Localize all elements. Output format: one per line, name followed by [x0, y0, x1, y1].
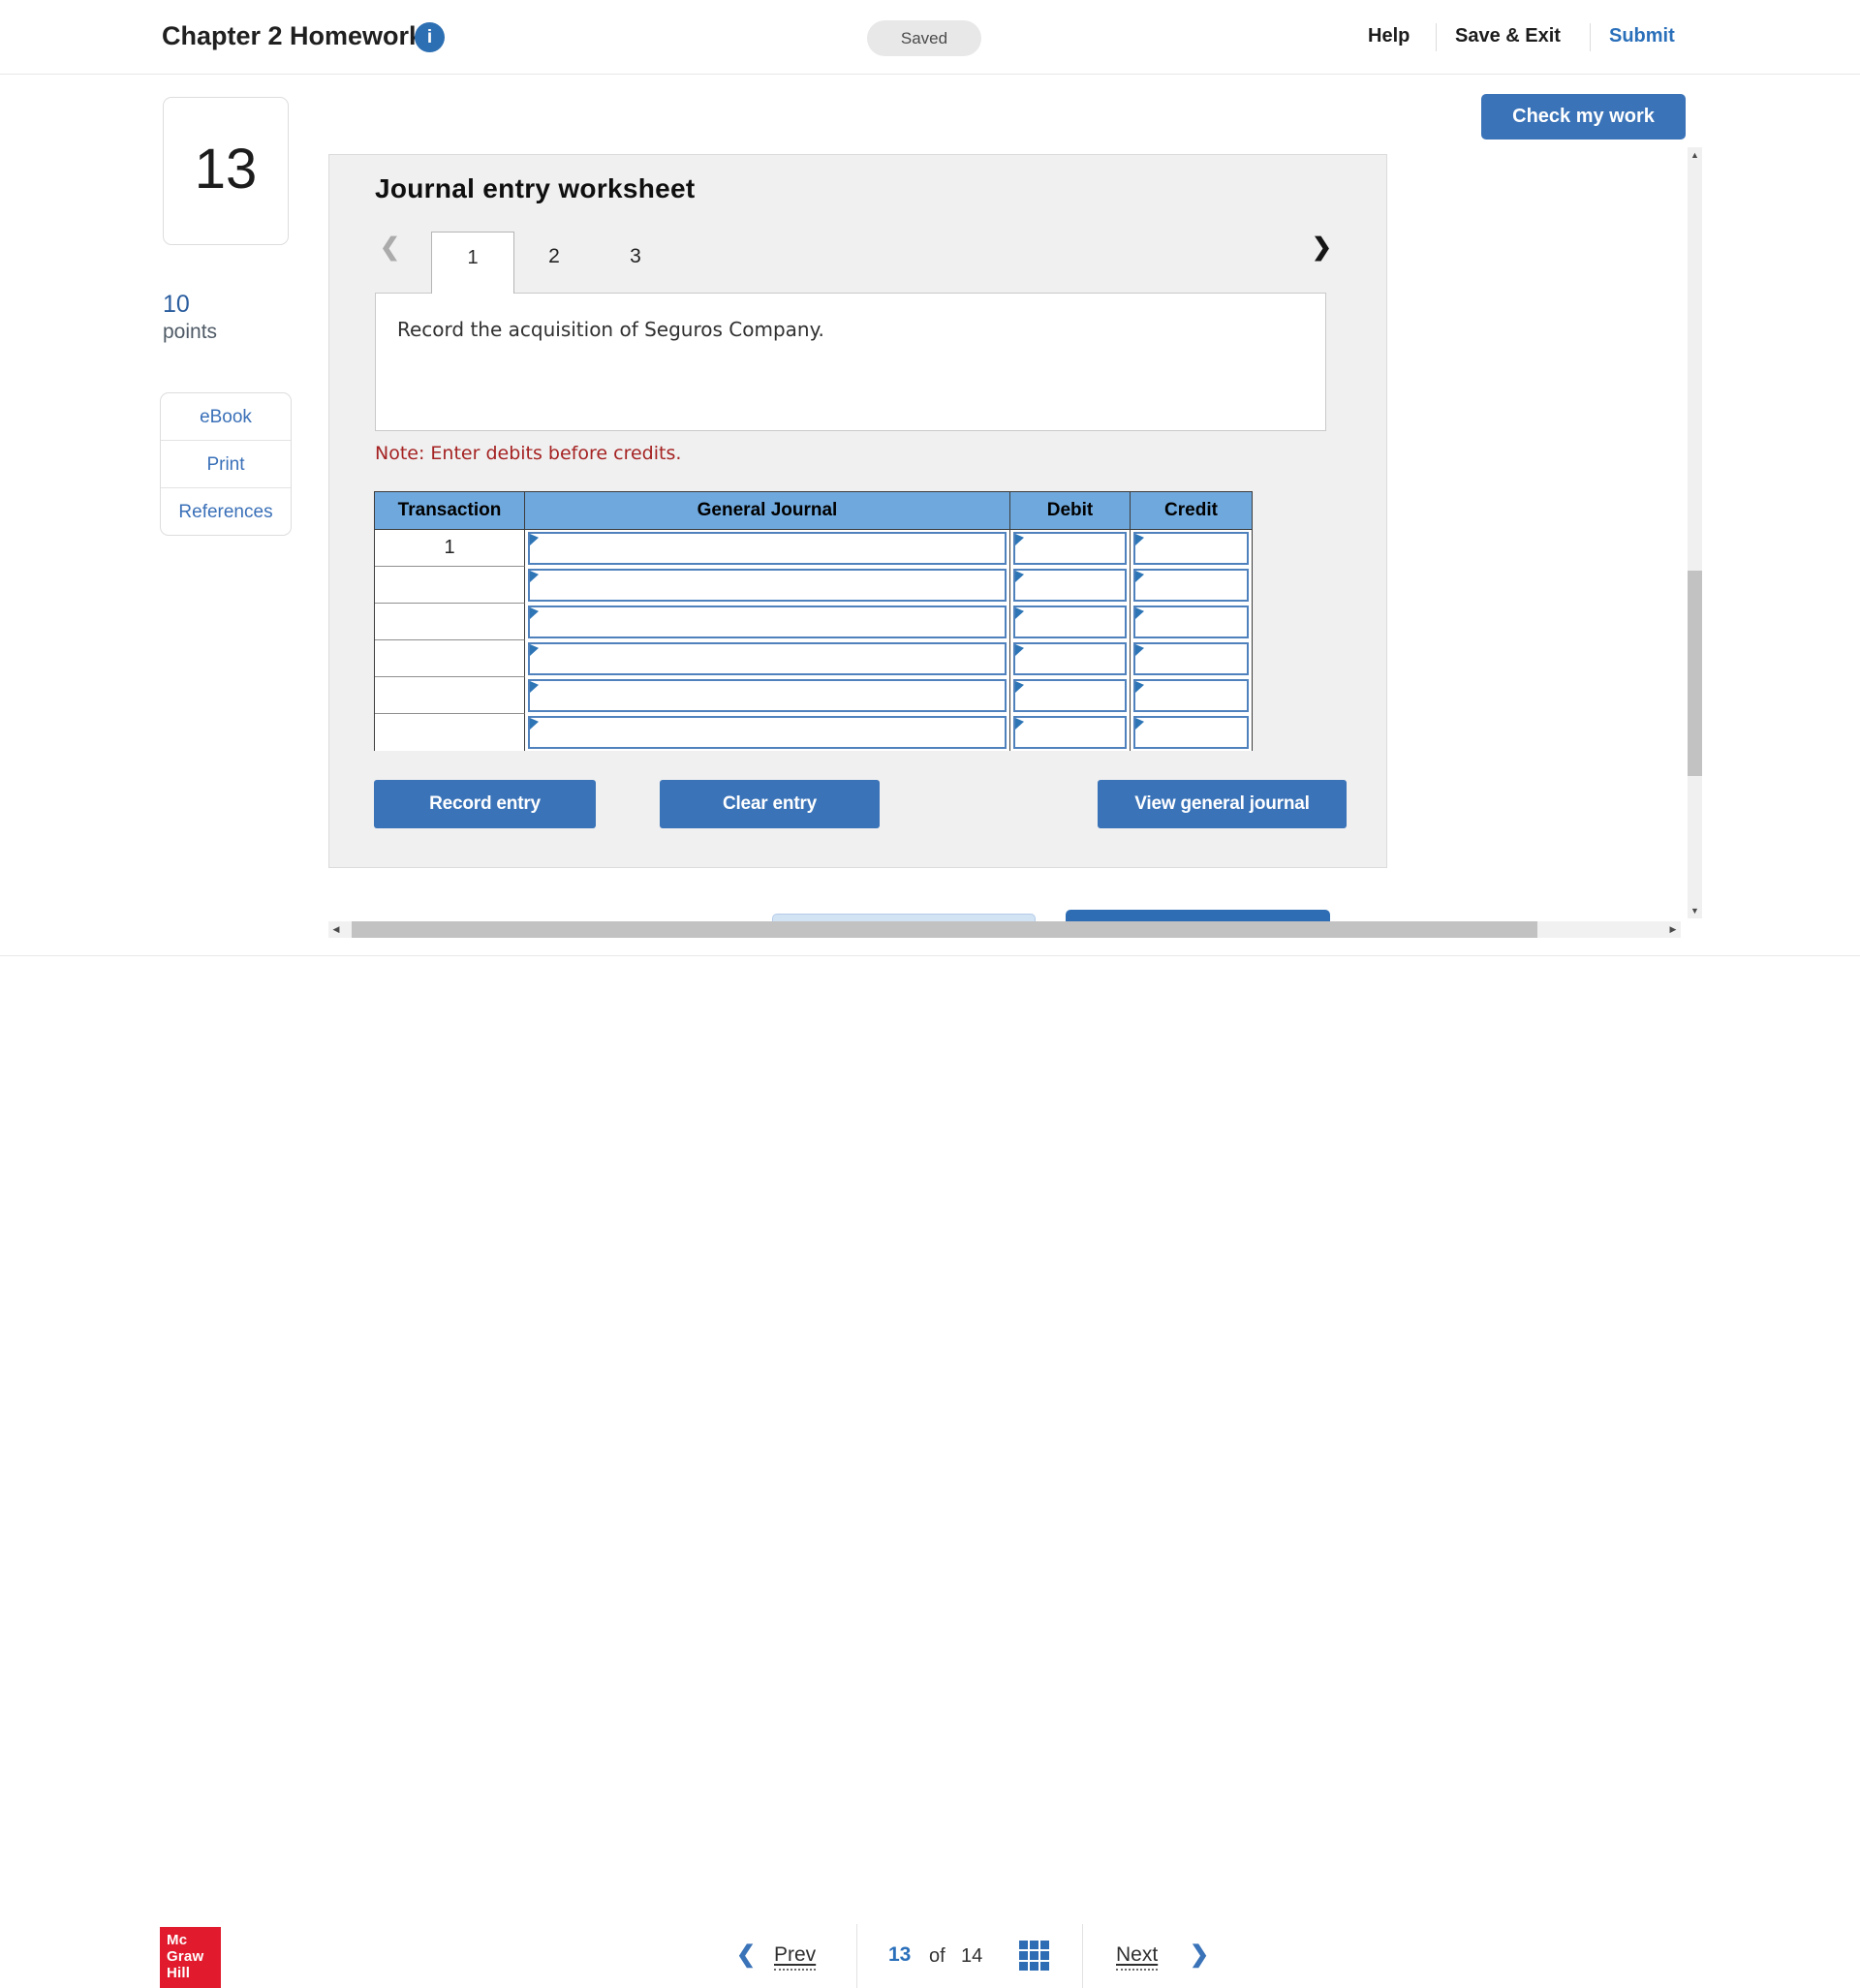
top-bar: Chapter 2 Homework i Saved Help Save & E…	[0, 0, 1860, 75]
record-entry-button[interactable]: Record entry	[374, 780, 596, 828]
next-button[interactable]: Next	[1116, 1943, 1158, 1971]
transaction-cell	[375, 604, 525, 640]
debit-input[interactable]	[1013, 679, 1127, 712]
logo-line: Hill	[167, 1965, 221, 1981]
table-row	[375, 567, 1252, 604]
footer-divider	[856, 1924, 857, 1988]
debit-input[interactable]	[1013, 532, 1127, 565]
topbar-divider	[1590, 23, 1591, 51]
debit-input[interactable]	[1013, 606, 1127, 638]
bottom-bar: Mc Graw Hill ❮ Prev 13 of 14 Next ❯	[0, 955, 1860, 1046]
tab-2[interactable]: 2	[533, 245, 575, 268]
help-link[interactable]: Help	[1368, 25, 1410, 47]
question-number-box: 13	[163, 97, 289, 245]
debits-credits-note: Note: Enter debits before credits.	[375, 443, 681, 464]
debit-header: Debit	[1010, 492, 1131, 529]
vertical-scrollbar[interactable]: ▲ ▼	[1688, 147, 1702, 918]
journal-worksheet-panel: Journal entry worksheet ❮ 1 2 3 ❯ Record…	[328, 154, 1387, 868]
general-journal-input[interactable]	[528, 642, 1007, 675]
ebook-link[interactable]: eBook	[161, 393, 291, 441]
table-row	[375, 640, 1252, 677]
transaction-cell	[375, 640, 525, 677]
table-row: 1	[375, 530, 1252, 567]
table-header-row: Transaction General Journal Debit Credit	[375, 492, 1252, 530]
page-of-label: of	[929, 1945, 946, 1968]
assignment-title: Chapter 2 Homework	[162, 21, 423, 51]
mcgraw-hill-logo: Mc Graw Hill	[160, 1927, 221, 1988]
table-row	[375, 677, 1252, 714]
general-journal-input[interactable]	[528, 679, 1007, 712]
horizontal-scrollbar-thumb[interactable]	[352, 921, 1537, 938]
scroll-right-arrow-icon[interactable]: ▶	[1665, 921, 1681, 938]
general-journal-input[interactable]	[528, 716, 1007, 749]
transaction-header: Transaction	[375, 492, 525, 529]
logo-line: Mc	[167, 1932, 221, 1948]
transaction-prompt: Record the acquisition of Seguros Compan…	[375, 293, 1326, 431]
chevron-left-icon[interactable]: ❮	[380, 233, 400, 262]
credit-input[interactable]	[1133, 532, 1249, 565]
general-journal-input[interactable]	[528, 606, 1007, 638]
logo-line: Graw	[167, 1948, 221, 1965]
info-icon[interactable]: i	[415, 22, 445, 52]
check-my-work-button[interactable]: Check my work	[1481, 94, 1686, 140]
next-chevron-icon[interactable]: ❯	[1190, 1941, 1209, 1969]
footer-divider	[1082, 1924, 1083, 1988]
resource-links-box: eBook Print References	[160, 392, 292, 536]
view-general-journal-button[interactable]: View general journal	[1098, 780, 1347, 828]
general-journal-input[interactable]	[528, 532, 1007, 565]
tab-1-active[interactable]: 1	[431, 232, 514, 294]
transaction-cell: 1	[375, 530, 525, 567]
prev-chevron-icon[interactable]: ❮	[736, 1941, 756, 1969]
general-journal-header: General Journal	[525, 492, 1010, 529]
transaction-cell	[375, 567, 525, 604]
table-row	[375, 604, 1252, 640]
clear-entry-button[interactable]: Clear entry	[660, 780, 880, 828]
credit-input[interactable]	[1133, 716, 1249, 749]
print-link[interactable]: Print	[161, 441, 291, 488]
journal-entry-table: Transaction General Journal Debit Credit…	[374, 491, 1253, 751]
prev-button[interactable]: Prev	[774, 1943, 816, 1971]
current-question-number: 13	[888, 1943, 911, 1967]
scroll-up-arrow-icon[interactable]: ▲	[1688, 147, 1702, 163]
debit-input[interactable]	[1013, 569, 1127, 602]
saved-status-badge: Saved	[867, 20, 981, 56]
general-journal-input[interactable]	[528, 569, 1007, 602]
credit-input[interactable]	[1133, 606, 1249, 638]
credit-input[interactable]	[1133, 569, 1249, 602]
tab-3[interactable]: 3	[614, 245, 657, 268]
debit-input[interactable]	[1013, 642, 1127, 675]
horizontal-scrollbar[interactable]: ◀ ▶	[328, 921, 1681, 938]
references-link[interactable]: References	[161, 488, 291, 536]
points-value: 10	[163, 291, 190, 319]
points-label: points	[163, 321, 217, 344]
credit-input[interactable]	[1133, 679, 1249, 712]
credit-input[interactable]	[1133, 642, 1249, 675]
credit-header: Credit	[1131, 492, 1252, 529]
total-questions: 14	[961, 1945, 982, 1968]
table-row	[375, 714, 1252, 751]
transaction-cell	[375, 677, 525, 714]
debit-input[interactable]	[1013, 716, 1127, 749]
submit-link[interactable]: Submit	[1609, 25, 1675, 47]
transaction-cell	[375, 714, 525, 751]
question-map-grid-icon[interactable]	[1019, 1941, 1049, 1971]
chevron-right-icon[interactable]: ❯	[1312, 233, 1332, 262]
vertical-scrollbar-thumb[interactable]	[1688, 571, 1702, 776]
topbar-divider	[1436, 23, 1437, 51]
worksheet-title: Journal entry worksheet	[375, 173, 696, 204]
save-exit-link[interactable]: Save & Exit	[1455, 25, 1561, 47]
scroll-left-arrow-icon[interactable]: ◀	[328, 921, 344, 938]
scroll-down-arrow-icon[interactable]: ▼	[1688, 903, 1702, 918]
